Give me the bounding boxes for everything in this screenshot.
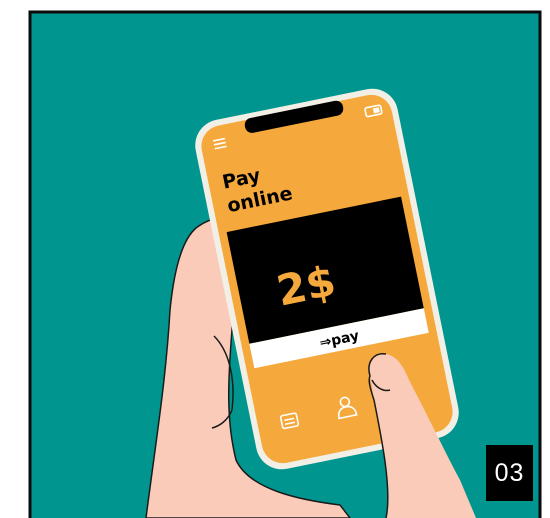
step-number-badge: 03: [486, 445, 533, 501]
illustration-scene: Pay online 2$ ⇒pay 03: [0, 0, 550, 518]
pay-online-illustration: Pay online 2$ ⇒pay: [28, 10, 542, 518]
